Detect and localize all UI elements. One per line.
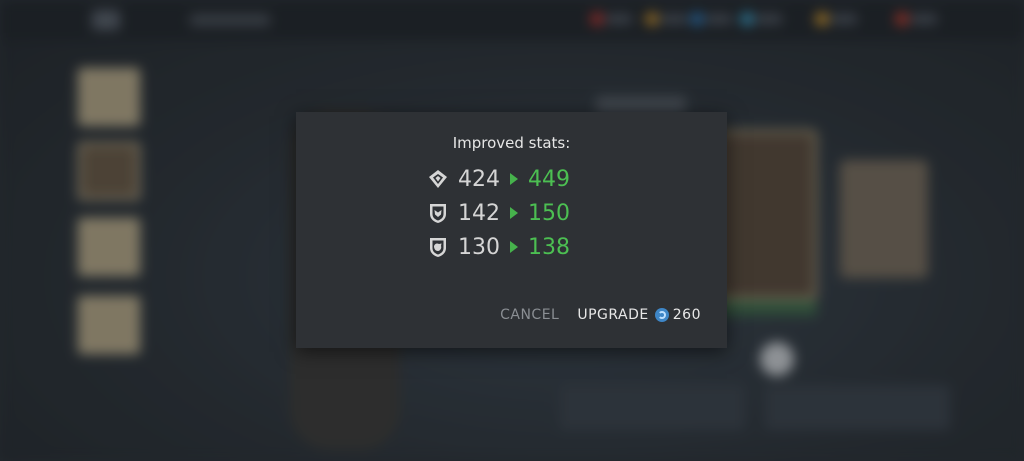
- currency-coin-icon: [654, 308, 669, 322]
- health-shield-icon: [426, 235, 450, 259]
- upgrade-button-label: UPGRADE: [577, 307, 649, 323]
- stat-new-value: 138: [528, 234, 570, 260]
- defense-shield-icon: [426, 201, 450, 225]
- stat-new-value: 449: [528, 166, 570, 192]
- upgrade-cost: 260: [672, 307, 701, 323]
- upgrade-dialog: Improved stats: 424 449 142 150 130 138 …: [296, 112, 727, 348]
- cancel-button[interactable]: CANCEL: [500, 307, 559, 323]
- dialog-title: Improved stats:: [452, 134, 571, 152]
- attack-icon: [426, 167, 450, 191]
- stat-row-attack: 424 449: [426, 162, 570, 196]
- increase-arrow-icon: [510, 207, 518, 219]
- stat-row-defense: 142 150: [426, 196, 570, 230]
- dialog-actions: CANCEL UPGRADE 260: [500, 307, 701, 323]
- stat-old-value: 424: [458, 166, 500, 192]
- upgrade-button[interactable]: UPGRADE 260: [577, 307, 701, 323]
- increase-arrow-icon: [510, 173, 518, 185]
- increase-arrow-icon: [510, 241, 518, 253]
- stats-list: 424 449 142 150 130 138: [426, 162, 570, 264]
- stat-row-health: 130 138: [426, 230, 570, 264]
- stat-old-value: 142: [458, 200, 500, 226]
- stat-new-value: 150: [528, 200, 570, 226]
- stat-old-value: 130: [458, 234, 500, 260]
